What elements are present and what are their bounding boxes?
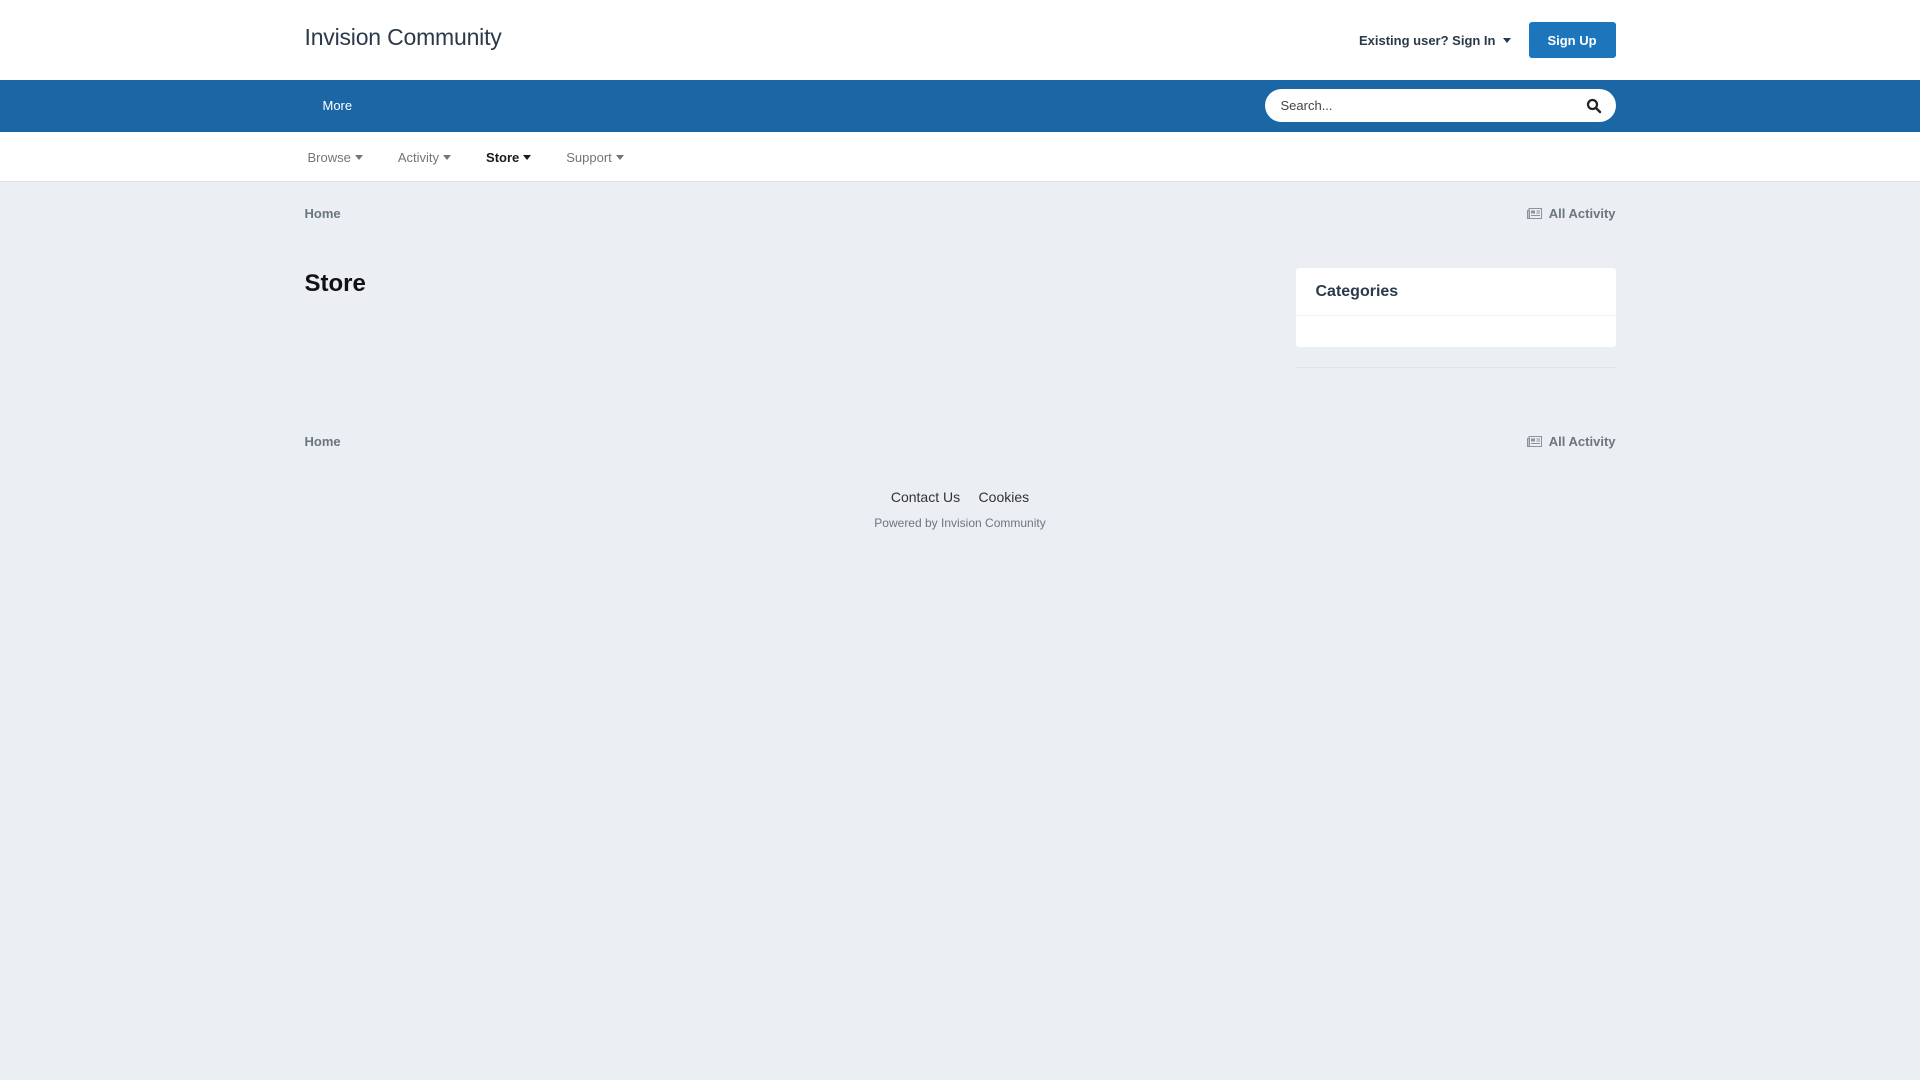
breadcrumb-bottom: Home All Activity <box>305 431 1616 455</box>
search-icon[interactable] <box>1586 98 1602 114</box>
subnav-item-browse[interactable]: Browse <box>308 150 363 165</box>
search-box <box>1264 89 1616 122</box>
powered-by-text[interactable]: Powered by Invision Community <box>305 516 1616 530</box>
search-input[interactable] <box>1264 98 1565 113</box>
sign-up-button[interactable]: Sign Up <box>1528 22 1616 58</box>
site-header: Invision Community Existing user? Sign I… <box>0 0 1920 80</box>
main-content: Home All Activity Store Categories <box>305 203 1616 433</box>
subnav-label: Support <box>566 149 612 165</box>
categories-widget: Categories <box>1295 268 1616 347</box>
sign-in-label: Existing user? Sign In <box>1358 32 1496 48</box>
subnav-item-store[interactable]: Store <box>486 149 532 165</box>
site-logo[interactable]: Invision Community <box>305 24 502 51</box>
site-footer: Contact Us Cookies Powered by Invision C… <box>305 489 1616 530</box>
all-activity-link[interactable]: All Activity <box>1526 434 1616 449</box>
breadcrumb-top: Home All Activity <box>305 203 1616 227</box>
footer-link-cookies[interactable]: Cookies <box>979 489 1030 505</box>
breadcrumb-bottom-wrap: Home All Activity <box>305 431 1616 455</box>
page-title: Store <box>304 270 366 297</box>
subnav-item-support[interactable]: Support <box>566 150 624 165</box>
subnav-label: Activity <box>397 149 440 165</box>
footer-link-contact-us[interactable]: Contact Us <box>891 489 960 505</box>
subnav-item-activity[interactable]: Activity <box>397 149 452 165</box>
breadcrumb-home-link[interactable]: Home <box>305 434 341 449</box>
primary-nav: More <box>0 80 1920 132</box>
subnav-label: Store <box>486 149 520 165</box>
sign-in-dropdown[interactable]: Existing user? Sign In <box>1359 33 1511 48</box>
all-activity-label: All Activity <box>1548 206 1616 221</box>
all-activity-label: All Activity <box>1548 434 1616 449</box>
secondary-nav: Browse Activity Store Support <box>0 132 1920 182</box>
caret-down-icon <box>523 154 532 160</box>
breadcrumb-home-link[interactable]: Home <box>305 206 341 221</box>
all-activity-link[interactable]: All Activity <box>1526 206 1616 221</box>
subnav-label: Browse <box>307 149 351 165</box>
caret-down-icon <box>615 154 624 160</box>
footer-links: Contact Us Cookies <box>305 489 1616 507</box>
newspaper-icon <box>1526 436 1542 447</box>
caret-down-icon <box>443 154 452 160</box>
sidebar-divider <box>1295 367 1616 368</box>
caret-down-icon <box>1502 37 1511 43</box>
user-area: Existing user? Sign In Sign Up <box>1359 22 1616 58</box>
categories-title: Categories <box>1295 268 1616 316</box>
newspaper-icon <box>1526 208 1542 219</box>
caret-down-icon <box>354 154 363 160</box>
nav-more-item[interactable]: More <box>323 80 353 132</box>
